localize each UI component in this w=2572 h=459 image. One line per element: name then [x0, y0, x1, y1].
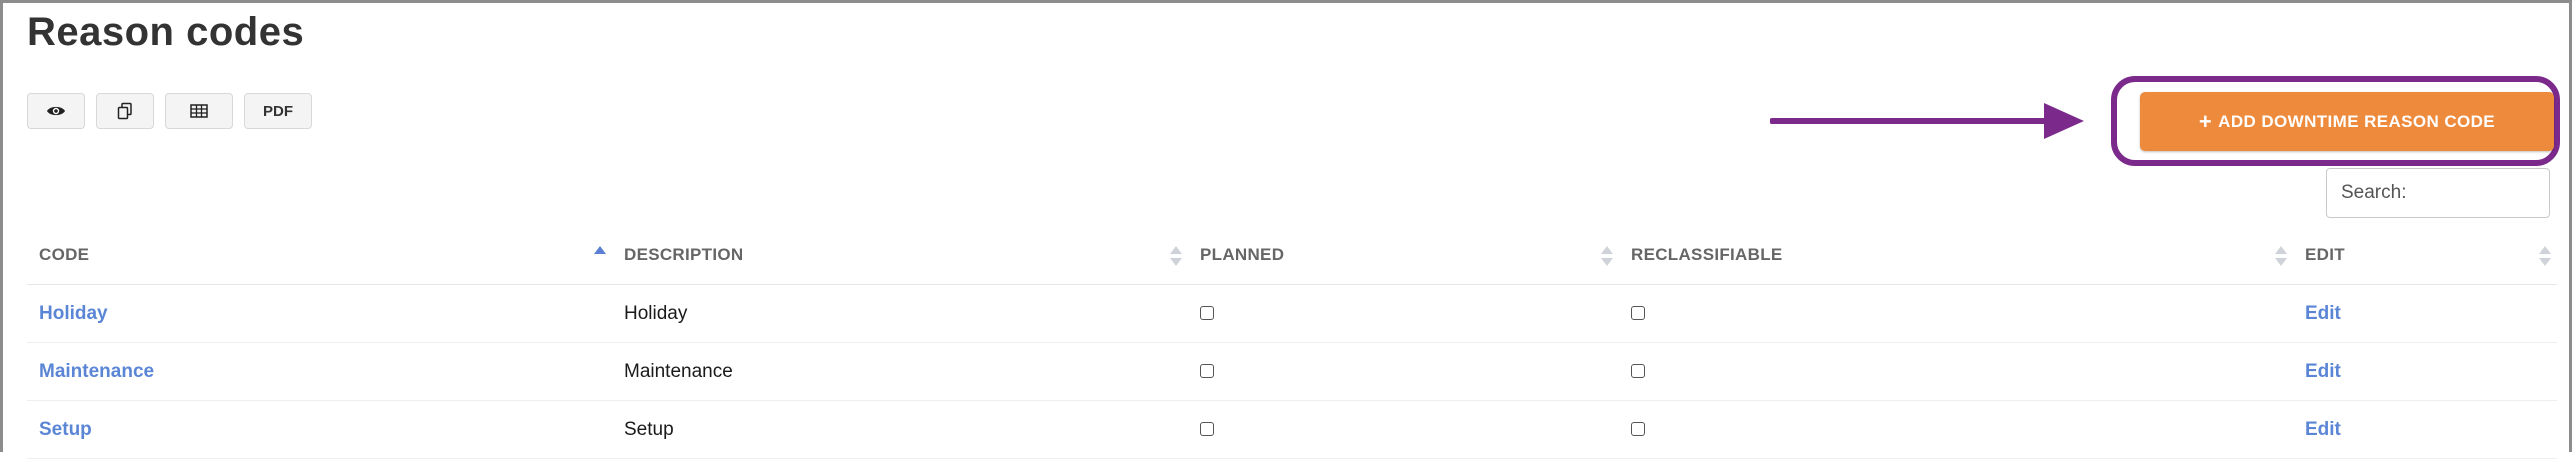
column-header-label: RECLASSIFIABLE: [1631, 245, 1783, 264]
planned-cell: [1188, 284, 1619, 343]
table-row: Setup Setup Edit: [27, 400, 2557, 459]
view-button[interactable]: [27, 93, 85, 129]
sort-icon: [1170, 246, 1182, 268]
page-title: Reason codes: [27, 10, 305, 54]
column-header-planned[interactable]: PLANNED: [1188, 226, 1619, 285]
code-link[interactable]: Maintenance: [39, 361, 154, 382]
eye-icon: [46, 104, 66, 118]
annotation-arrow-icon: [1770, 103, 2084, 139]
table-header-row: CODE DESCRIPTION PLANNED RECLASSIFIABLE …: [27, 226, 2557, 285]
table-row: Maintenance Maintenance Edit: [27, 342, 2557, 401]
code-link[interactable]: Setup: [39, 419, 92, 440]
code-cell: Holiday: [27, 284, 612, 343]
reclassifiable-cell: [1619, 284, 2293, 343]
sort-icon: [2275, 246, 2287, 268]
column-header-description[interactable]: DESCRIPTION: [612, 226, 1188, 285]
add-downtime-reason-code-button[interactable]: + ADD DOWNTIME REASON CODE: [2140, 92, 2554, 151]
code-cell: Setup: [27, 400, 612, 459]
copy-button[interactable]: [96, 93, 154, 129]
pdf-label: PDF: [263, 102, 293, 120]
search-input[interactable]: [2326, 168, 2550, 218]
reclassifiable-checkbox[interactable]: [1631, 364, 1645, 379]
description-cell: Holiday: [612, 284, 1188, 343]
copy-icon: [116, 102, 134, 120]
sort-ascending-icon: [594, 246, 606, 268]
add-button-label: ADD DOWNTIME REASON CODE: [2218, 111, 2496, 131]
planned-checkbox[interactable]: [1200, 364, 1214, 379]
description-cell: Maintenance: [612, 342, 1188, 401]
column-header-label: PLANNED: [1200, 245, 1285, 264]
pdf-button[interactable]: PDF: [244, 93, 312, 129]
sort-icon: [1601, 246, 1613, 268]
column-header-label: EDIT: [2305, 245, 2345, 264]
csv-button[interactable]: [165, 93, 233, 129]
column-header-label: CODE: [39, 245, 90, 264]
column-header-code[interactable]: CODE: [27, 226, 612, 285]
planned-checkbox[interactable]: [1200, 422, 1214, 437]
plus-icon: +: [2198, 108, 2213, 134]
column-header-reclassifiable[interactable]: RECLASSIFIABLE: [1619, 226, 2293, 285]
reclassifiable-cell: [1619, 342, 2293, 401]
reason-codes-table: CODE DESCRIPTION PLANNED RECLASSIFIABLE …: [27, 226, 2557, 459]
export-toolbar: PDF: [27, 93, 312, 129]
column-header-label: DESCRIPTION: [624, 245, 744, 264]
planned-checkbox[interactable]: [1200, 306, 1214, 321]
edit-link[interactable]: Edit: [2305, 303, 2341, 324]
description-cell: Setup: [612, 400, 1188, 459]
sort-icon: [2539, 246, 2551, 268]
reclassifiable-checkbox[interactable]: [1631, 306, 1645, 321]
table-icon: [190, 104, 208, 118]
column-header-edit[interactable]: EDIT: [2293, 226, 2557, 285]
planned-cell: [1188, 400, 1619, 459]
code-link[interactable]: Holiday: [39, 303, 108, 324]
edit-cell: Edit: [2293, 342, 2557, 401]
edit-link[interactable]: Edit: [2305, 361, 2341, 382]
table-row: Holiday Holiday Edit: [27, 284, 2557, 343]
reclassifiable-checkbox[interactable]: [1631, 422, 1645, 437]
code-cell: Maintenance: [27, 342, 612, 401]
reclassifiable-cell: [1619, 400, 2293, 459]
edit-cell: Edit: [2293, 400, 2557, 459]
edit-cell: Edit: [2293, 284, 2557, 343]
planned-cell: [1188, 342, 1619, 401]
edit-link[interactable]: Edit: [2305, 419, 2341, 440]
